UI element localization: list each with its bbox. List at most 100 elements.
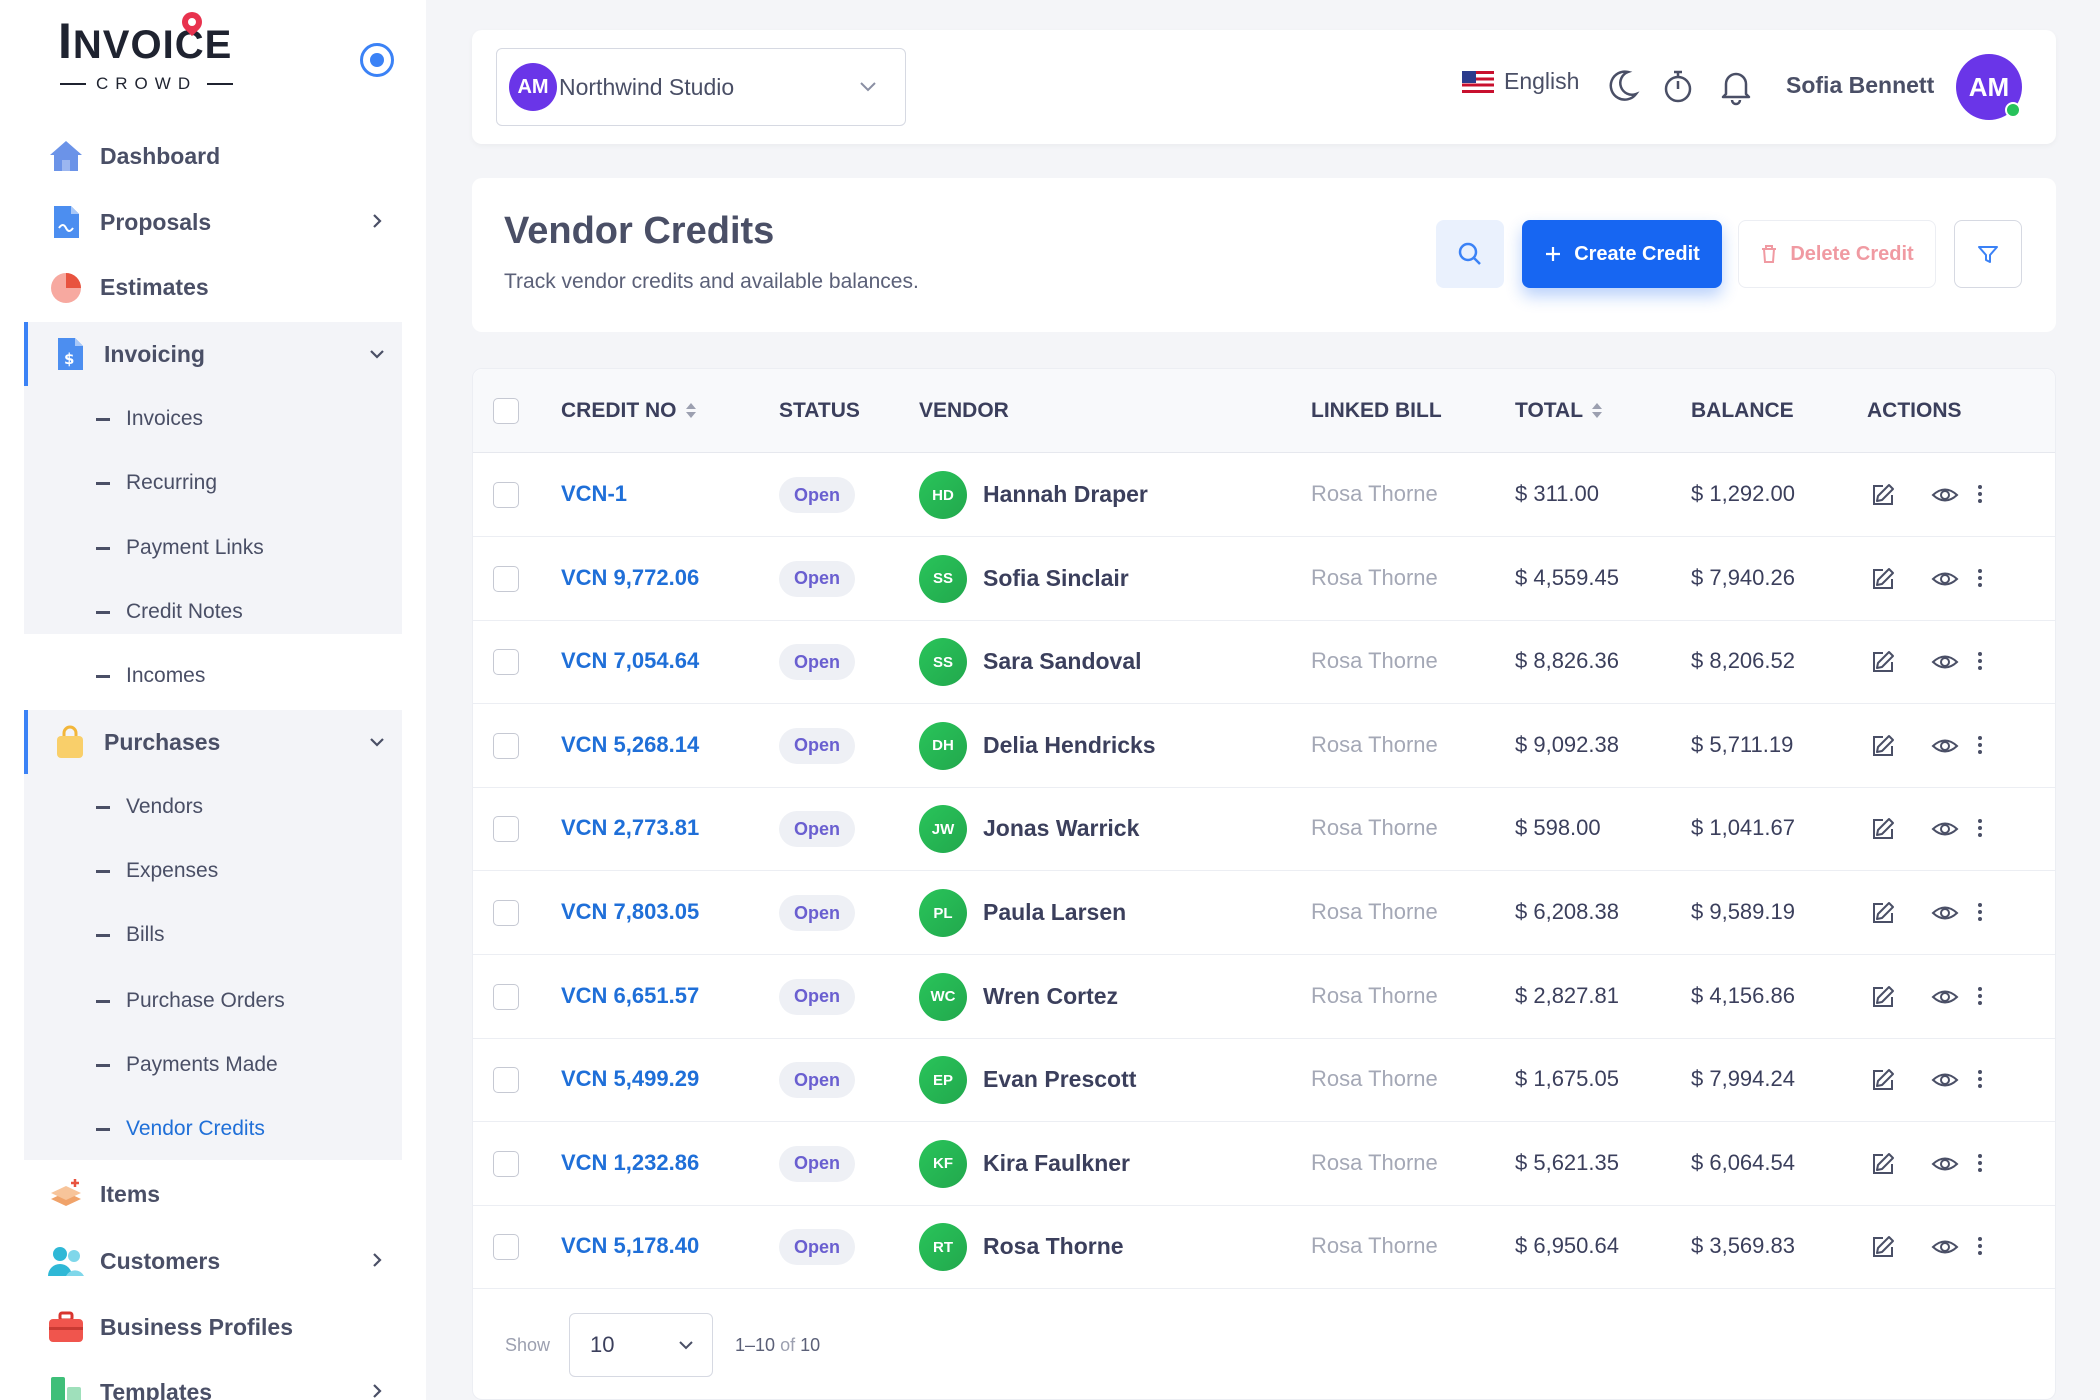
brand-logo[interactable]: INVOICE CROWD: [58, 7, 248, 96]
credit-number-link[interactable]: VCN 5,499.29: [561, 1066, 699, 1092]
credit-number-link[interactable]: VCN 5,178.40: [561, 1233, 699, 1259]
row-checkbox[interactable]: [493, 983, 519, 1010]
more-options-icon[interactable]: [1973, 732, 1987, 760]
table-row[interactable]: VCN-1 Open HD Hannah Draper Rosa Thorne …: [473, 453, 2055, 537]
edit-icon[interactable]: [1869, 732, 1897, 760]
vendor-name[interactable]: Sara Sandoval: [983, 648, 1142, 675]
row-checkbox[interactable]: [493, 732, 519, 759]
edit-icon[interactable]: [1869, 1066, 1897, 1094]
row-checkbox[interactable]: [493, 565, 519, 592]
vendor-name[interactable]: Delia Hendricks: [983, 732, 1156, 759]
language-selector[interactable]: English: [1462, 68, 1579, 95]
sidebar-subitem-purchase-orders[interactable]: Purchase Orders: [96, 981, 285, 1021]
company-select[interactable]: AM Northwind Studio: [496, 48, 906, 126]
row-checkbox[interactable]: [493, 1150, 519, 1177]
vendor-name[interactable]: Wren Cortez: [983, 983, 1118, 1010]
credit-number-link[interactable]: VCN 1,232.86: [561, 1150, 699, 1176]
row-checkbox[interactable]: [493, 816, 519, 843]
view-icon[interactable]: [1931, 1233, 1959, 1261]
table-row[interactable]: VCN 7,803.05 Open PL Paula Larsen Rosa T…: [473, 871, 2055, 955]
credit-number-link[interactable]: VCN 7,054.64: [561, 648, 699, 674]
credit-number-link[interactable]: VCN 7,803.05: [561, 899, 699, 925]
timer-icon[interactable]: [1658, 66, 1698, 106]
edit-icon[interactable]: [1869, 983, 1897, 1011]
more-options-icon[interactable]: [1973, 983, 1987, 1011]
sidebar-item-business-profiles[interactable]: Business Profiles: [24, 1297, 402, 1357]
sidebar-item-items[interactable]: Items: [24, 1164, 402, 1224]
create-credit-button[interactable]: Create Credit: [1522, 220, 1722, 288]
table-row[interactable]: VCN 5,178.40 Open RT Rosa Thorne Rosa Th…: [473, 1205, 2055, 1290]
sidebar-toggle-button[interactable]: [360, 43, 394, 77]
sidebar-subitem-vendor-credits[interactable]: Vendor Credits: [96, 1109, 265, 1149]
column-total[interactable]: TOTAL: [1515, 399, 1603, 423]
more-options-icon[interactable]: [1973, 1066, 1987, 1094]
vendor-name[interactable]: Jonas Warrick: [983, 815, 1139, 842]
sidebar-subitem-expenses[interactable]: Expenses: [96, 851, 218, 891]
user-name[interactable]: Sofia Bennett: [1786, 72, 1934, 99]
sidebar-item-proposals[interactable]: Proposals: [24, 192, 402, 252]
more-options-icon[interactable]: [1973, 1233, 1987, 1261]
more-options-icon[interactable]: [1973, 648, 1987, 676]
more-options-icon[interactable]: [1973, 481, 1987, 509]
view-icon[interactable]: [1931, 732, 1959, 760]
edit-icon[interactable]: [1869, 648, 1897, 676]
vendor-name[interactable]: Rosa Thorne: [983, 1233, 1124, 1260]
view-icon[interactable]: [1931, 648, 1959, 676]
select-all-checkbox[interactable]: [493, 398, 519, 424]
delete-credit-button[interactable]: Delete Credit: [1738, 220, 1936, 288]
edit-icon[interactable]: [1869, 1233, 1897, 1261]
credit-number-link[interactable]: VCN-1: [561, 481, 627, 507]
view-icon[interactable]: [1931, 899, 1959, 927]
edit-icon[interactable]: [1869, 815, 1897, 843]
view-icon[interactable]: [1931, 481, 1959, 509]
credit-number-link[interactable]: VCN 2,773.81: [561, 815, 699, 841]
sidebar-item-dashboard[interactable]: Dashboard: [24, 126, 402, 186]
edit-icon[interactable]: [1869, 565, 1897, 593]
vendor-name[interactable]: Hannah Draper: [983, 481, 1148, 508]
row-checkbox[interactable]: [493, 1067, 519, 1094]
table-row[interactable]: VCN 1,232.86 Open KF Kira Faulkner Rosa …: [473, 1122, 2055, 1206]
sidebar-subitem-incomes[interactable]: Incomes: [96, 656, 205, 696]
credit-number-link[interactable]: VCN 5,268.14: [561, 732, 699, 758]
sidebar-item-purchases[interactable]: Purchases: [24, 710, 402, 774]
page-size-select[interactable]: 10: [569, 1313, 713, 1377]
edit-icon[interactable]: [1869, 899, 1897, 927]
more-options-icon[interactable]: [1973, 565, 1987, 593]
credit-number-link[interactable]: VCN 9,772.06: [561, 565, 699, 591]
sidebar-subitem-payment-links[interactable]: Payment Links: [96, 528, 264, 568]
credit-number-link[interactable]: VCN 6,651.57: [561, 983, 699, 1009]
sidebar-item-estimates[interactable]: Estimates: [24, 257, 402, 317]
table-row[interactable]: VCN 6,651.57 Open WC Wren Cortez Rosa Th…: [473, 955, 2055, 1039]
table-row[interactable]: VCN 5,499.29 Open EP Evan Prescott Rosa …: [473, 1038, 2055, 1123]
table-row[interactable]: VCN 5,268.14 Open DH Delia Hendricks Ros…: [473, 704, 2055, 788]
more-options-icon[interactable]: [1973, 1150, 1987, 1178]
sidebar-subitem-vendors[interactable]: Vendors: [96, 787, 203, 827]
vendor-name[interactable]: Evan Prescott: [983, 1066, 1136, 1093]
sidebar-subitem-payments-made[interactable]: Payments Made: [96, 1045, 278, 1085]
more-options-icon[interactable]: [1973, 815, 1987, 843]
view-icon[interactable]: [1931, 1150, 1959, 1178]
table-row[interactable]: VCN 2,773.81 Open JW Jonas Warrick Rosa …: [473, 787, 2055, 872]
moon-icon[interactable]: [1602, 66, 1642, 106]
sidebar-item-invoicing[interactable]: $ Invoicing: [24, 322, 402, 386]
row-checkbox[interactable]: [493, 649, 519, 676]
view-icon[interactable]: [1931, 983, 1959, 1011]
column-credit-no[interactable]: CREDIT NO: [561, 399, 697, 423]
edit-icon[interactable]: [1869, 481, 1897, 509]
vendor-name[interactable]: Sofia Sinclair: [983, 565, 1129, 592]
search-button[interactable]: [1436, 220, 1504, 288]
vendor-name[interactable]: Kira Faulkner: [983, 1150, 1130, 1177]
sidebar-item-customers[interactable]: Customers: [24, 1231, 402, 1291]
edit-icon[interactable]: [1869, 1150, 1897, 1178]
table-row[interactable]: VCN 9,772.06 Open SS Sofia Sinclair Rosa…: [473, 537, 2055, 621]
more-options-icon[interactable]: [1973, 899, 1987, 927]
bell-icon[interactable]: [1716, 66, 1756, 106]
sidebar-item-templates[interactable]: Templates: [24, 1362, 402, 1400]
view-icon[interactable]: [1931, 1066, 1959, 1094]
row-checkbox[interactable]: [493, 1234, 519, 1261]
row-checkbox[interactable]: [493, 900, 519, 926]
vendor-name[interactable]: Paula Larsen: [983, 899, 1126, 926]
row-checkbox[interactable]: [493, 482, 519, 508]
sidebar-subitem-recurring[interactable]: Recurring: [96, 463, 217, 503]
filter-button[interactable]: [1954, 220, 2022, 288]
